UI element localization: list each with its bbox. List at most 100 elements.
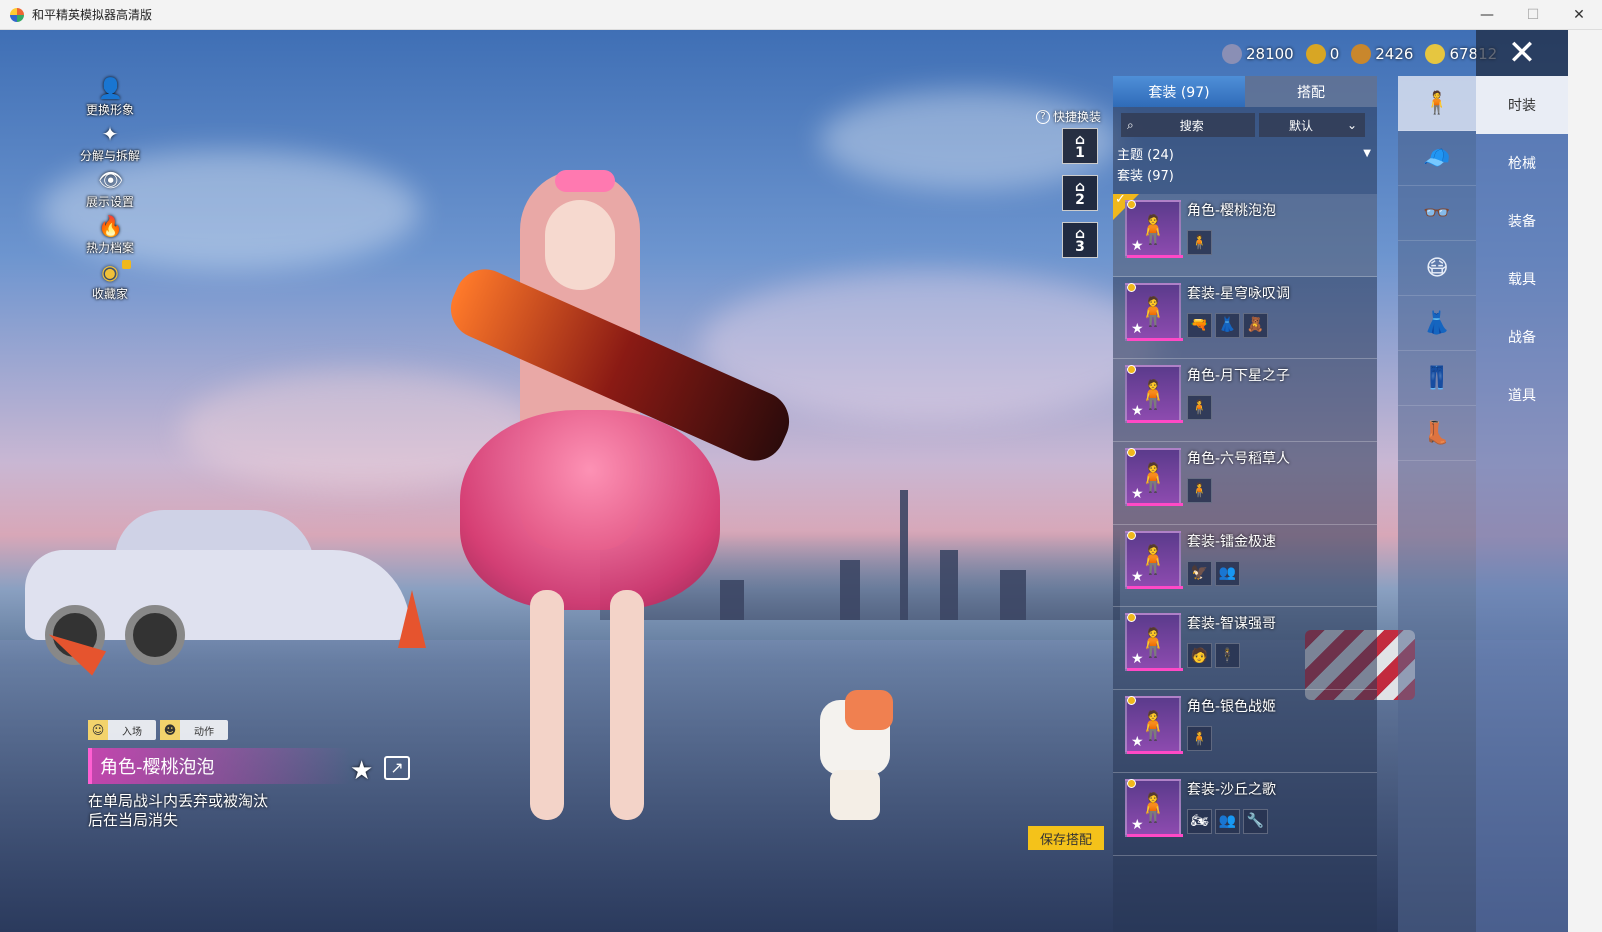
quick-slot-2[interactable]: ⌂ 2 <box>1062 175 1098 211</box>
character-model[interactable] <box>420 150 799 830</box>
item-name: 套装-星穹咏叹调 <box>1187 285 1291 302</box>
coin-icon <box>1351 44 1372 64</box>
pants-icon[interactable]: 👖 <box>1398 351 1476 406</box>
owner-icon <box>1127 282 1136 292</box>
list-item[interactable]: 🧍 ★ 角色-六号稻草人 🧍 <box>1113 442 1377 525</box>
part-thumbnail[interactable]: 👥 <box>1215 808 1240 834</box>
star-icon: ★ <box>1131 403 1144 420</box>
star-icon: ★ <box>1131 734 1144 751</box>
search-input[interactable]: ⌕ 搜索 <box>1121 113 1255 137</box>
star-icon: ★ <box>1131 568 1144 585</box>
quick-slot-3[interactable]: ⌂ 3 <box>1062 222 1098 258</box>
list-item[interactable]: 🧍 ★ 套装-镭金极速 🦅 👥 <box>1113 525 1377 608</box>
star-icon: ★ <box>1131 320 1144 337</box>
save-outfit-button[interactable]: 保存搭配 <box>1028 826 1104 850</box>
chevron-down-icon: ⌄ <box>1346 118 1357 132</box>
list-item[interactable]: 🧍 ★ 角色-月下星之子 🧍 <box>1113 359 1377 443</box>
hanger-icon: ⌂ <box>1074 132 1086 148</box>
group-theme-header[interactable]: 主题 (24) ▼ <box>1113 142 1377 164</box>
collector-button[interactable]: ◉ 收藏家 <box>70 260 150 306</box>
part-thumbnail[interactable]: 🧍 <box>1187 395 1212 421</box>
notification-badge <box>122 260 131 269</box>
puzzle-icon: ✦ <box>101 122 119 146</box>
tab-suits[interactable]: 套装 (97) <box>1113 76 1245 107</box>
item-thumbnail: 🧍 ★ <box>1125 696 1183 755</box>
hanger-icon: ⌂ <box>1074 226 1086 242</box>
part-thumbnail[interactable]: 👥 <box>1215 560 1240 586</box>
star-icon: ★ <box>1131 238 1144 254</box>
tab-vehicles[interactable]: 载具 <box>1476 250 1568 308</box>
item-name: 角色-樱桃泡泡 <box>1187 203 1277 219</box>
quick-slot-1[interactable]: ⌂ 1 <box>1062 128 1098 164</box>
tab-equipment[interactable]: 装备 <box>1476 192 1568 250</box>
display-settings-button[interactable]: 👁 展示设置 <box>70 168 150 214</box>
group-suits-header[interactable]: 套装 (97) <box>1113 164 1377 184</box>
part-thumbnail[interactable]: 🕴 <box>1215 643 1240 669</box>
item-name: 套装-沙丘之歌 <box>1187 781 1277 798</box>
person-icon: 👤 <box>98 76 123 100</box>
tab-items[interactable]: 道具 <box>1476 366 1568 424</box>
part-thumbnail[interactable]: 🔧 <box>1243 808 1268 834</box>
item-thumbnail: 🧍 ★ <box>1125 200 1183 258</box>
decompose-button[interactable]: ✦ 分解与拆解 <box>70 122 150 168</box>
coin-icon <box>1425 44 1446 64</box>
currency-1[interactable]: 28100 <box>1222 44 1294 64</box>
tab-fashion[interactable]: 时装 <box>1476 76 1568 134</box>
outfit-icon[interactable]: 🧍 <box>1398 76 1476 131</box>
hanger-icon: ⌂ <box>1074 179 1086 195</box>
currency-bar: 28100 0 2426 67812 <box>1222 44 1497 64</box>
list-item[interactable]: 🧍 ★ 套装-沙丘之歌 🏍 👥 🔧 <box>1113 773 1377 856</box>
hat-icon[interactable]: 🧢 <box>1398 131 1476 186</box>
entry-animation-toggle[interactable]: ☺ 入场 <box>88 720 156 740</box>
part-thumbnail[interactable]: 🦅 <box>1187 560 1212 586</box>
heat-archive-button[interactable]: 🔥 热力档案 <box>70 214 150 260</box>
action-toggle[interactable]: ☻ 动作 <box>160 720 228 740</box>
top-icon[interactable]: 👗 <box>1398 296 1476 351</box>
item-name: 套装-镭金极速 <box>1187 533 1277 550</box>
list-item[interactable]: ✓ 🧍 ★ 角色-樱桃泡泡 🧍 <box>1113 192 1377 277</box>
close-window-button[interactable]: ✕ <box>1556 0 1602 30</box>
item-thumbnail: 🧍 ★ <box>1125 613 1183 672</box>
quick-change: ? 快捷换装 <box>1036 108 1108 125</box>
triangle-down-icon: ▼ <box>1363 147 1371 159</box>
part-thumbnail[interactable]: 👗 <box>1215 312 1240 338</box>
part-thumbnail[interactable]: 🧍 <box>1187 478 1212 504</box>
app-icon <box>10 7 24 22</box>
part-thumbnail[interactable]: 🧍 <box>1187 726 1212 752</box>
shoes-icon[interactable]: 👢 <box>1398 406 1476 461</box>
item-name: 角色-六号稻草人 <box>1187 451 1291 468</box>
window-titlebar: 和平精英模拟器高清版 — ☐ ✕ <box>0 0 1602 30</box>
search-icon: ⌕ <box>1127 117 1134 132</box>
favorite-star-icon[interactable]: ★ <box>350 756 373 786</box>
main-nav: 时装 枪械 装备 载具 战备 道具 <box>1476 76 1568 932</box>
change-appearance-button[interactable]: 👤 更换形象 <box>70 76 150 122</box>
sort-dropdown[interactable]: 默认 ⌄ <box>1259 113 1365 137</box>
currency-3[interactable]: 2426 <box>1351 44 1413 64</box>
item-name: 角色-樱桃泡泡 <box>88 748 350 784</box>
part-thumbnail[interactable]: 🧸 <box>1243 312 1268 338</box>
list-item[interactable]: 🧍 ★ 套装-智谋强哥 🧑 🕴 <box>1113 607 1377 691</box>
part-thumbnail[interactable]: 🏍 <box>1187 808 1212 834</box>
help-icon[interactable]: ? <box>1036 109 1050 124</box>
minimize-button[interactable]: — <box>1464 0 1510 30</box>
star-icon: ★ <box>1131 486 1144 503</box>
share-icon[interactable]: ↗ <box>384 756 410 780</box>
tab-matching[interactable]: 搭配 <box>1245 76 1377 107</box>
coin-icon <box>1222 44 1242 64</box>
maximize-button[interactable]: ☐ <box>1510 0 1556 30</box>
part-thumbnail[interactable]: 🔫 <box>1187 312 1212 338</box>
glasses-icon[interactable]: 👓 <box>1398 186 1476 241</box>
part-thumbnail[interactable]: 🧑 <box>1187 643 1212 669</box>
item-thumbnail: 🧍 ★ <box>1125 365 1183 424</box>
part-thumbnail[interactable]: 🧍 <box>1187 230 1212 255</box>
currency-2[interactable]: 0 <box>1305 44 1339 64</box>
mask-icon[interactable]: 😷 <box>1398 241 1476 296</box>
item-name: 角色-银色战姬 <box>1187 699 1277 716</box>
tab-weapons[interactable]: 枪械 <box>1476 134 1568 192</box>
list-item[interactable]: 🧍 ★ 角色-银色战姬 🧍 <box>1113 690 1377 773</box>
owner-icon <box>1127 448 1136 458</box>
window-edge <box>1568 30 1602 932</box>
list-item[interactable]: 🧍 ★ 套装-星穹咏叹调 🔫 👗 🧸 <box>1113 277 1377 360</box>
tab-combat[interactable]: 战备 <box>1476 308 1568 366</box>
close-icon[interactable]: ✕ <box>1476 30 1568 76</box>
